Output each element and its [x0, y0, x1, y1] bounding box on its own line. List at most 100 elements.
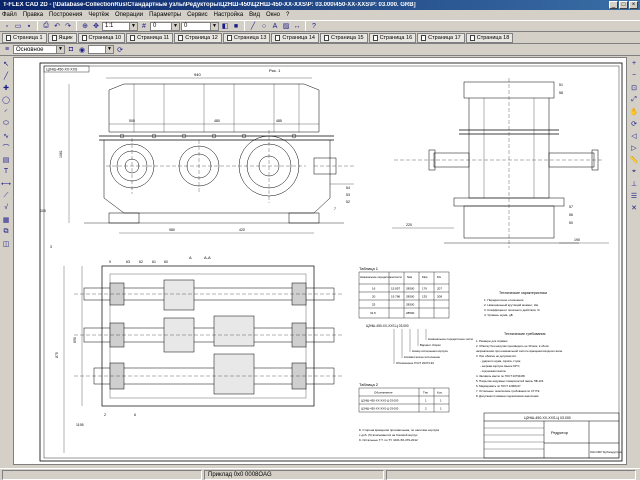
- value-combo[interactable]: 0 ▼: [150, 21, 180, 31]
- tab-page-16[interactable]: Страница 16: [368, 32, 417, 43]
- dimension-icon[interactable]: ⟷: [1, 178, 11, 189]
- menu-service[interactable]: Сервис: [187, 12, 208, 18]
- table-2-header: Кол.: [437, 391, 443, 395]
- table-2-cell: Ц2НШ-450-XX-XXS-Ц 03.000: [361, 407, 399, 411]
- menu-drawing[interactable]: Чертёж: [88, 12, 109, 18]
- tab-page-17[interactable]: Страница 17: [417, 32, 465, 43]
- tab-page-15[interactable]: Страница 15: [319, 32, 368, 43]
- tab-page-box[interactable]: Ящик: [47, 32, 77, 43]
- circle-icon[interactable]: ○: [259, 21, 269, 31]
- hatch-tool-icon[interactable]: ▤: [1, 154, 11, 165]
- dim-icon[interactable]: ↔: [292, 21, 302, 31]
- ellipse-icon[interactable]: ⬭: [1, 118, 11, 129]
- print-icon[interactable]: ⎙: [41, 21, 51, 31]
- tab-page-12[interactable]: Страница 12: [174, 32, 222, 43]
- pan-tool-icon[interactable]: ✋: [629, 106, 639, 117]
- arc-icon[interactable]: ◜: [1, 106, 11, 117]
- menu-edit[interactable]: Правка: [23, 12, 43, 18]
- zoom-window-icon[interactable]: ⊡: [629, 82, 639, 93]
- layer-icon[interactable]: ◧: [220, 21, 230, 31]
- color-icon[interactable]: ■: [231, 21, 241, 31]
- redraw-icon[interactable]: ⟳: [629, 118, 639, 129]
- scale-combo[interactable]: 1:1 ▼: [102, 21, 138, 31]
- prev-view-icon[interactable]: ◁: [629, 130, 639, 141]
- zoom-icon[interactable]: ⊕: [80, 21, 90, 31]
- zoom-all-icon[interactable]: ⤢: [629, 94, 639, 105]
- menu-settings[interactable]: Настройка: [214, 12, 244, 18]
- linetype-combo[interactable]: ▼: [88, 45, 114, 54]
- menu-operations[interactable]: Операции: [115, 12, 143, 18]
- window-title: T-FLEX CAD 2D - [\Database-CollectionRus…: [3, 2, 416, 8]
- undo-icon[interactable]: ↶: [52, 21, 62, 31]
- tab-label: Страница 10: [88, 34, 122, 41]
- eye-icon[interactable]: ◉: [77, 45, 87, 55]
- maximize-button[interactable]: □: [619, 1, 628, 9]
- layer-combo[interactable]: Основное ▼: [13, 45, 65, 54]
- top-stamp-text: Ц2НШ-450-XX-XXS: [46, 68, 78, 72]
- leader-icon[interactable]: ⟋: [1, 190, 11, 201]
- table-1-note: Вариант сборки: [420, 343, 441, 347]
- redo-icon[interactable]: ↷: [63, 21, 73, 31]
- close-button[interactable]: ×: [629, 1, 638, 9]
- pan-icon[interactable]: ✥: [91, 21, 101, 31]
- properties-toolbar: ≡ Основное ▼ ◘ ◉ ▼ ⟳: [0, 44, 640, 56]
- next-view-icon[interactable]: ▷: [629, 142, 639, 153]
- tech-item: 3. Коэффициент полезного действия, %: [484, 308, 540, 312]
- text-icon[interactable]: A: [270, 21, 280, 31]
- menu-params[interactable]: Параметры: [149, 12, 181, 18]
- layer-props-icon[interactable]: ≡: [2, 45, 12, 55]
- chevron-down-icon: ▼: [210, 22, 218, 30]
- save-icon[interactable]: ▪: [24, 21, 34, 31]
- grid-icon[interactable]: #: [139, 21, 149, 31]
- lock-icon[interactable]: ◘: [66, 45, 76, 55]
- tab-page-11[interactable]: Страница 11: [126, 32, 174, 43]
- drawing-canvas[interactable]: Ц2НШ-450-XX-XXS Рис. 1 940 500 480 485 9…: [13, 57, 627, 465]
- menu-construct[interactable]: Построения: [49, 12, 82, 18]
- callout-9: 9: [109, 260, 111, 264]
- view-icon[interactable]: ◫: [1, 238, 11, 249]
- roughness-icon[interactable]: √: [1, 202, 11, 213]
- node-icon[interactable]: ✚: [1, 82, 11, 93]
- zoom-in-icon[interactable]: +: [629, 58, 639, 69]
- table-1-note: Номер исполнения корпуса: [412, 349, 448, 353]
- tab-page-13[interactable]: Страница 13: [222, 32, 271, 43]
- menu-help[interactable]: ?: [286, 12, 289, 18]
- callout-62: 62: [139, 260, 143, 264]
- table-1-cell: 31.5: [370, 311, 376, 315]
- spline-icon[interactable]: ∿: [1, 130, 11, 141]
- snap-icon[interactable]: ⌖: [629, 166, 639, 177]
- minimize-button[interactable]: _: [609, 1, 618, 9]
- menu-file[interactable]: Файл: [2, 12, 17, 18]
- ortho-icon[interactable]: ⊥: [629, 178, 639, 189]
- refresh-icon[interactable]: ⟳: [115, 45, 125, 55]
- main-toolbar: ▫ ▭ ▪ ⎙ ↶ ↷ ⊕ ✥ 1:1 ▼ # 0 ▼ 0 ▼ ◧ ■ ╱ ○ A ▨…: [0, 20, 640, 32]
- new-icon[interactable]: ▫: [2, 21, 12, 31]
- value-combo-2[interactable]: 0 ▼: [181, 21, 219, 31]
- table-1-cell: 208: [437, 295, 442, 299]
- zoom-out-icon[interactable]: −: [629, 70, 639, 81]
- tab-page-18[interactable]: Страница 18: [465, 32, 514, 43]
- tab-page-14[interactable]: Страница 14: [271, 32, 319, 43]
- properties-icon[interactable]: ☰: [629, 190, 639, 201]
- circle-tool-icon[interactable]: ◯: [1, 94, 11, 105]
- fragment-icon[interactable]: ⧉: [1, 226, 11, 237]
- line-tool-icon[interactable]: ╱: [1, 70, 11, 81]
- menu-window[interactable]: Окно: [266, 12, 280, 18]
- line-icon[interactable]: ╱: [248, 21, 258, 31]
- table-2-header: Обозначение: [374, 391, 393, 395]
- delete-icon[interactable]: ✕: [629, 202, 639, 213]
- menu-view[interactable]: Вид: [249, 12, 260, 18]
- select-icon[interactable]: ↖: [1, 58, 11, 69]
- tab-page-1[interactable]: Страница 1: [2, 32, 47, 43]
- help-icon[interactable]: ?: [309, 21, 319, 31]
- table-icon[interactable]: ▦: [1, 214, 11, 225]
- status-bar: Приклад 0x0 0008OAG: [0, 468, 640, 480]
- fillet-icon[interactable]: ⌒: [1, 142, 11, 153]
- callout-61: 61: [152, 260, 156, 264]
- tab-page-10[interactable]: Страница 10: [77, 32, 126, 43]
- open-icon[interactable]: ▭: [13, 21, 23, 31]
- text-tool-icon[interactable]: T: [1, 166, 11, 177]
- measure-icon[interactable]: 📏: [629, 154, 639, 165]
- combo-value: 0: [153, 23, 157, 29]
- hatch-icon[interactable]: ▨: [281, 21, 291, 31]
